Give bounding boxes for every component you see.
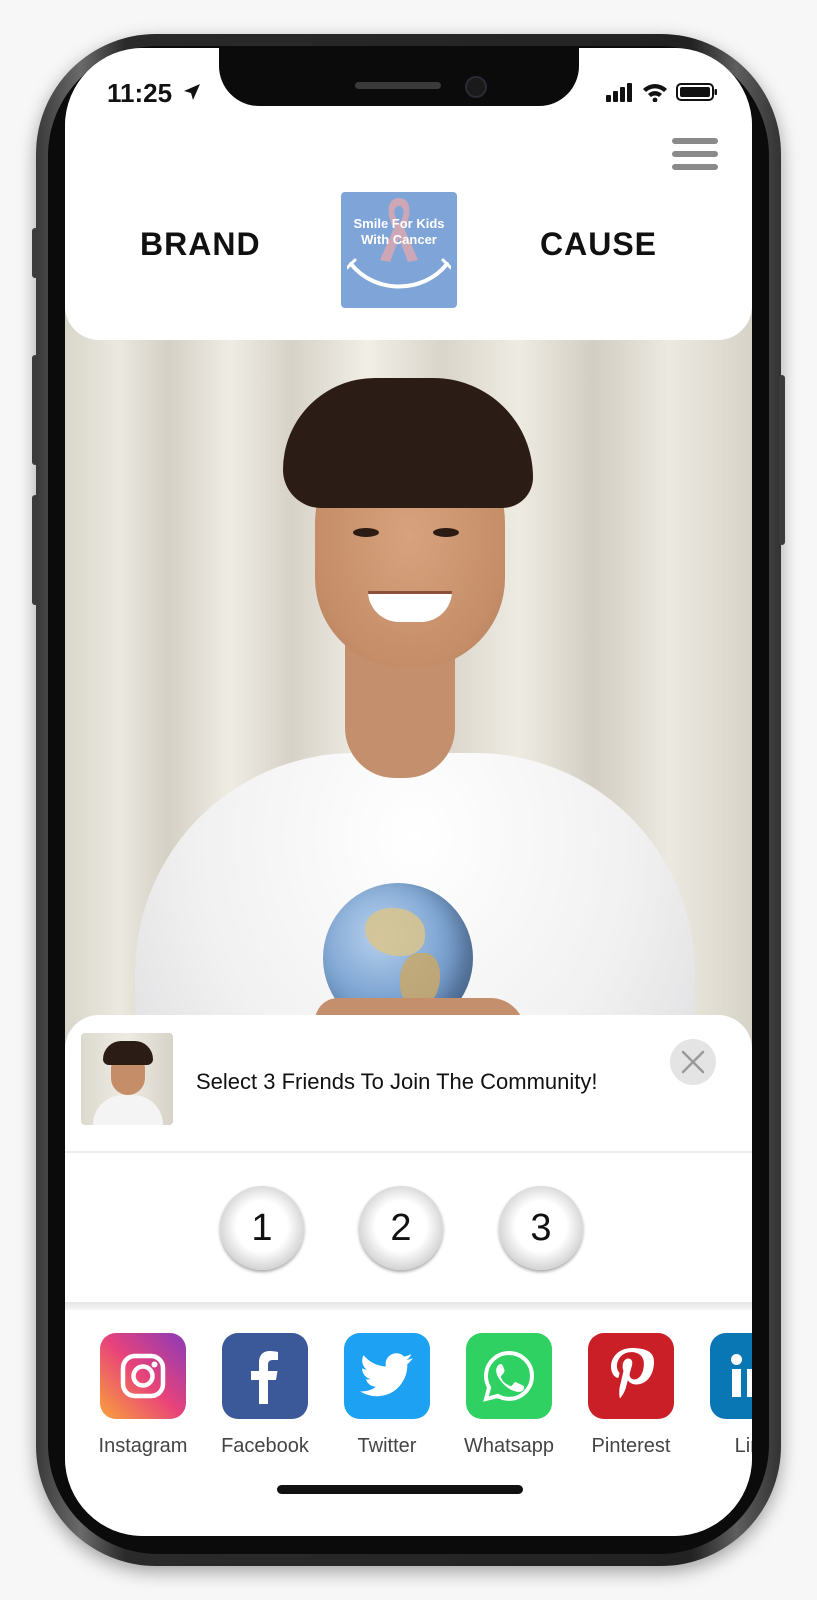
thumbnail-shirt <box>93 1095 163 1125</box>
share-label: Pinterest <box>591 1435 671 1457</box>
share-pinterest[interactable]: Pinterest <box>575 1333 687 1458</box>
profile-thumbnail <box>81 1033 173 1125</box>
facebook-icon <box>222 1333 308 1419</box>
share-label: Instagram <box>98 1435 188 1457</box>
wifi-icon <box>643 84 667 102</box>
signal-icon <box>606 83 632 102</box>
close-icon <box>681 1050 705 1074</box>
share-whatsapp[interactable]: Whatsapp <box>453 1333 565 1458</box>
share-label: Twitter <box>357 1435 417 1457</box>
menu-bar <box>672 164 718 170</box>
pinterest-icon <box>588 1333 674 1419</box>
front-camera <box>465 76 487 98</box>
speaker-grille <box>355 82 441 89</box>
home-indicator[interactable] <box>277 1485 523 1494</box>
brand-tab[interactable]: BRAND <box>140 226 261 263</box>
share-label: Link <box>734 1435 752 1457</box>
cause-tab[interactable]: CAUSE <box>540 226 657 263</box>
divider <box>65 1151 752 1153</box>
share-label: Facebook <box>221 1435 309 1457</box>
share-row: Instagram Facebook Twitter Whatsapp Pint… <box>65 1333 752 1473</box>
friend-slot-1[interactable]: 1 <box>220 1186 304 1270</box>
hero-photo <box>65 308 752 1173</box>
photo-hair <box>283 378 533 508</box>
logo-line-1: Smile For Kids <box>353 216 445 231</box>
share-instagram[interactable]: Instagram <box>87 1333 199 1458</box>
photo-eye-right <box>433 528 459 537</box>
menu-bar <box>672 151 718 157</box>
power-button <box>779 375 785 545</box>
share-facebook[interactable]: Facebook <box>209 1333 321 1458</box>
smile-icon <box>347 258 451 289</box>
sheet-title: Select 3 Friends To Join The Community! <box>196 1069 598 1094</box>
thumbnail-hair <box>103 1041 153 1065</box>
volume-down-button <box>32 495 38 605</box>
twitter-icon <box>344 1333 430 1419</box>
divider <box>65 1302 752 1310</box>
close-button[interactable] <box>670 1039 716 1085</box>
menu-bar <box>672 138 718 144</box>
invite-sheet: Select 3 Friends To Join The Community! … <box>65 1015 752 1536</box>
status-time: 11:25 <box>107 78 173 108</box>
phone-notch <box>219 48 579 106</box>
silent-switch <box>32 228 38 278</box>
share-twitter[interactable]: Twitter <box>331 1333 443 1458</box>
photo-eye-left <box>353 528 379 537</box>
share-linkedin[interactable]: Link <box>697 1333 752 1458</box>
logo-line-2: With Cancer <box>361 232 437 247</box>
instagram-icon <box>100 1333 186 1419</box>
battery-icon <box>676 83 717 101</box>
location-arrow-icon <box>184 84 200 100</box>
logo-text: Smile For Kids With Cancer <box>341 216 457 248</box>
app-header: 11:25 BRAND Smile For Kids With Cancer C… <box>65 48 752 340</box>
linkedin-icon <box>710 1333 752 1419</box>
whatsapp-icon <box>466 1333 552 1419</box>
cause-logo[interactable]: Smile For Kids With Cancer <box>341 192 457 308</box>
status-icons <box>606 82 718 102</box>
volume-up-button <box>32 355 38 465</box>
friend-slot-2[interactable]: 2 <box>359 1186 443 1270</box>
friend-slot-3[interactable]: 3 <box>499 1186 583 1270</box>
app-screen: 11:25 BRAND Smile For Kids With Cancer C… <box>65 48 752 1536</box>
share-label: Whatsapp <box>463 1435 555 1457</box>
hamburger-menu-icon[interactable] <box>672 138 718 174</box>
